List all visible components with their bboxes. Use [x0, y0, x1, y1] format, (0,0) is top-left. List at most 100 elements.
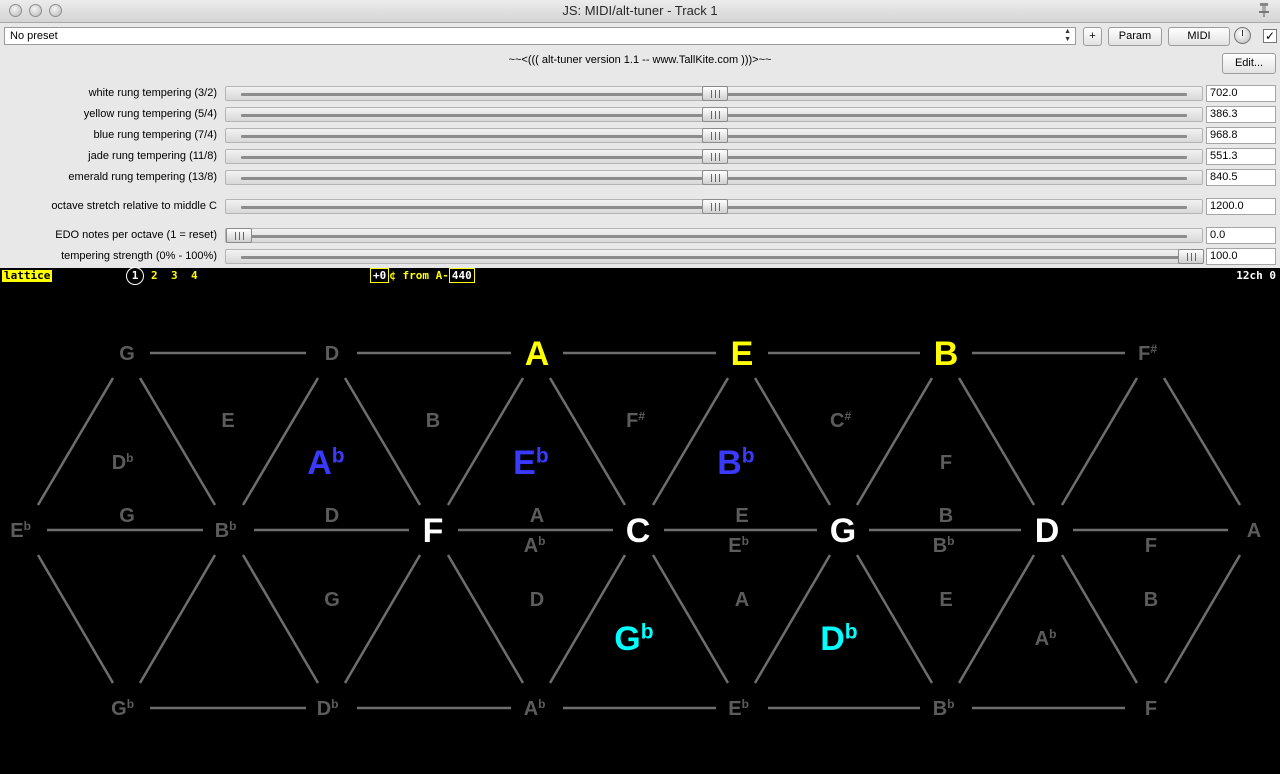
accidental: #: [844, 409, 851, 423]
page-4-button[interactable]: 4: [191, 270, 198, 282]
lattice-rung: [343, 377, 422, 506]
lattice-note[interactable]: D: [325, 505, 339, 527]
lattice-note[interactable]: E: [731, 335, 754, 373]
lattice-note[interactable]: E: [735, 505, 748, 527]
lattice-note[interactable]: Db: [317, 697, 339, 720]
param-slider[interactable]: [225, 170, 1203, 185]
lattice-note[interactable]: Ab: [1035, 627, 1057, 650]
lattice-note[interactable]: G: [119, 343, 135, 365]
lattice-note[interactable]: F: [1145, 698, 1157, 720]
page-3-button[interactable]: 3: [171, 270, 178, 282]
lattice-note[interactable]: F: [1145, 535, 1157, 557]
wet-dry-knob-icon[interactable]: [1234, 27, 1251, 44]
lattice-note[interactable]: B: [426, 410, 440, 432]
slider-thumb[interactable]: [702, 149, 728, 164]
lattice-note[interactable]: B: [939, 505, 953, 527]
version-text: ~~<((( alt-tuner version 1.1 -- www.Tall…: [508, 54, 772, 66]
slider-thumb[interactable]: [702, 107, 728, 122]
lattice-note[interactable]: G: [324, 589, 340, 611]
lattice-note[interactable]: Eb: [728, 534, 749, 557]
param-button[interactable]: Param: [1108, 27, 1162, 46]
param-slider[interactable]: [225, 249, 1204, 264]
param-slider[interactable]: [225, 199, 1203, 214]
page-1-button[interactable]: 1: [126, 267, 144, 285]
accidental: b: [536, 444, 549, 467]
param-label: octave stretch relative to middle C: [51, 200, 217, 212]
param-slider[interactable]: [225, 128, 1203, 143]
param-value-field[interactable]: 551.3: [1206, 148, 1276, 165]
lattice-note[interactable]: D: [1035, 512, 1060, 550]
tuning-lattice[interactable]: G D A E B F#E B F# C#Db Ab Eb Bb FG D A E BEb Bb F C G D AAb Eb…: [0, 286, 1280, 774]
slider-thumb[interactable]: [702, 170, 728, 185]
lattice-note[interactable]: F: [940, 452, 952, 474]
slider-thumb[interactable]: [1178, 249, 1204, 264]
lattice-note[interactable]: Db: [112, 451, 134, 474]
lattice-note[interactable]: Ab: [524, 697, 546, 720]
lattice-note[interactable]: A: [735, 589, 749, 611]
lattice-note[interactable]: E: [939, 589, 952, 611]
title-bar: JS: MIDI/alt-tuner - Track 1: [0, 0, 1280, 23]
slider-thumb[interactable]: [702, 86, 728, 101]
slider-thumb[interactable]: [226, 228, 252, 243]
lattice-note[interactable]: B: [934, 335, 959, 373]
lattice-note[interactable]: Bb: [215, 519, 237, 542]
lattice-note[interactable]: C#: [830, 409, 851, 432]
enable-checkbox[interactable]: ✓: [1263, 29, 1277, 43]
param-slider[interactable]: [225, 149, 1203, 164]
edit-button[interactable]: Edit...: [1222, 53, 1276, 74]
fx-parameter-panel: No preset ▲ ▼ + Param MIDI ✓ ~~<((( alt-t…: [0, 23, 1280, 268]
accidental: b: [126, 451, 133, 465]
param-slider[interactable]: [225, 86, 1203, 101]
lattice-note[interactable]: Ab: [524, 534, 546, 557]
param-value-field[interactable]: 100.0: [1206, 248, 1276, 265]
accidental: b: [538, 697, 545, 711]
param-value-field[interactable]: 840.5: [1206, 169, 1276, 186]
lattice-note[interactable]: Bb: [933, 697, 955, 720]
dropdown-arrows-icon: ▲ ▼: [1064, 28, 1071, 43]
lattice-rung: [855, 554, 934, 684]
lattice-note[interactable]: B: [1144, 589, 1158, 611]
lattice-note[interactable]: G: [830, 512, 856, 550]
lattice-note[interactable]: C: [626, 512, 651, 550]
lattice-note[interactable]: Eb: [728, 697, 749, 720]
lattice-note[interactable]: Eb: [10, 519, 31, 542]
offset-unit-label: ¢ from A-: [389, 269, 449, 282]
lattice-note[interactable]: A: [530, 505, 544, 527]
lattice-note[interactable]: Gb: [111, 697, 134, 720]
param-slider[interactable]: [225, 107, 1203, 122]
param-value-field[interactable]: 386.3: [1206, 106, 1276, 123]
param-label: tempering strength (0% - 100%): [61, 250, 217, 262]
lattice-note[interactable]: A: [1247, 520, 1261, 542]
lattice-note[interactable]: Bb: [933, 534, 955, 557]
lattice-note[interactable]: A: [525, 335, 550, 373]
lattice-rung: [1162, 377, 1242, 506]
param-slider[interactable]: [225, 228, 1203, 243]
param-value-field[interactable]: 968.8: [1206, 127, 1276, 144]
param-value-field[interactable]: 0.0: [1206, 227, 1276, 244]
add-preset-button[interactable]: +: [1083, 27, 1102, 46]
midi-button[interactable]: MIDI: [1168, 27, 1230, 46]
lattice-note[interactable]: E: [221, 410, 234, 432]
cents-offset-field[interactable]: +0: [370, 268, 390, 283]
reference-frequency-field[interactable]: 440: [448, 268, 475, 283]
slider-thumb[interactable]: [702, 128, 728, 143]
lattice-note[interactable]: D: [325, 343, 339, 365]
slider-thumb[interactable]: [702, 199, 728, 214]
page-2-button[interactable]: 2: [151, 270, 158, 282]
lattice-note[interactable]: F#: [626, 409, 645, 432]
lattice-note[interactable]: F: [423, 512, 444, 550]
accidental: b: [538, 534, 545, 548]
param-value-field[interactable]: 702.0: [1206, 85, 1276, 102]
lattice-rung: [651, 377, 730, 506]
lattice-note[interactable]: F#: [1138, 342, 1157, 365]
lattice-note[interactable]: D: [530, 589, 544, 611]
param-label: jade rung tempering (11/8): [88, 150, 217, 162]
pin-icon[interactable]: [1258, 3, 1270, 17]
slider-groove: [241, 235, 1187, 238]
preset-dropdown[interactable]: No preset ▲ ▼: [4, 27, 1076, 45]
lattice-note[interactable]: G: [119, 505, 135, 527]
param-value-field[interactable]: 1200.0: [1206, 198, 1276, 215]
lattice-rung: [957, 554, 1036, 684]
lattice-mode-tab[interactable]: lattice: [2, 270, 53, 282]
lattice-rung: [446, 554, 525, 684]
